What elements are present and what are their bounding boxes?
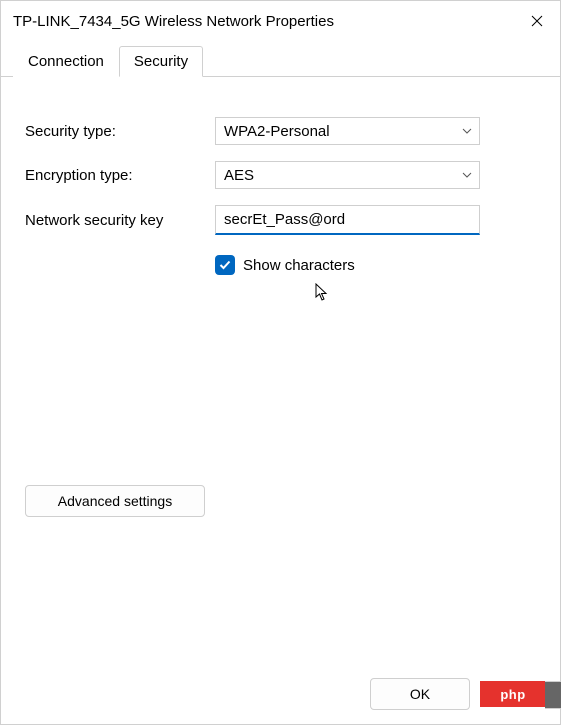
close-icon [531,15,543,27]
tab-security[interactable]: Security [119,46,203,77]
dialog-footer: OK php [1,666,560,724]
show-characters-checkbox[interactable] [215,255,235,275]
tab-content: Security type: WPA2-Personal Encryption … [1,77,560,666]
cursor-icon [315,283,331,303]
php-badge: php [480,681,546,707]
security-type-label: Security type: [25,123,205,140]
close-button[interactable] [514,1,560,41]
properties-dialog: TP-LINK_7434_5G Wireless Network Propert… [0,0,561,725]
titlebar: TP-LINK_7434_5G Wireless Network Propert… [1,1,560,41]
form: Security type: WPA2-Personal Encryption … [25,117,536,275]
tab-connection[interactable]: Connection [13,46,119,77]
network-key-input[interactable] [215,205,480,235]
show-characters-label: Show characters [243,257,355,274]
show-characters-row: Show characters [215,255,536,275]
advanced-settings-button[interactable]: Advanced settings [25,485,205,517]
check-icon [218,258,232,272]
encryption-type-select[interactable]: AES [215,161,480,189]
network-key-label: Network security key [25,212,205,229]
tab-bar: Connection Security [1,41,560,77]
security-type-value: WPA2-Personal [224,123,330,140]
encryption-type-label: Encryption type: [25,167,205,184]
window-title: TP-LINK_7434_5G Wireless Network Propert… [13,13,514,30]
encryption-type-value: AES [224,167,254,184]
ok-button[interactable]: OK [370,678,470,710]
advanced-row: Advanced settings [25,485,536,517]
security-type-select[interactable]: WPA2-Personal [215,117,480,145]
